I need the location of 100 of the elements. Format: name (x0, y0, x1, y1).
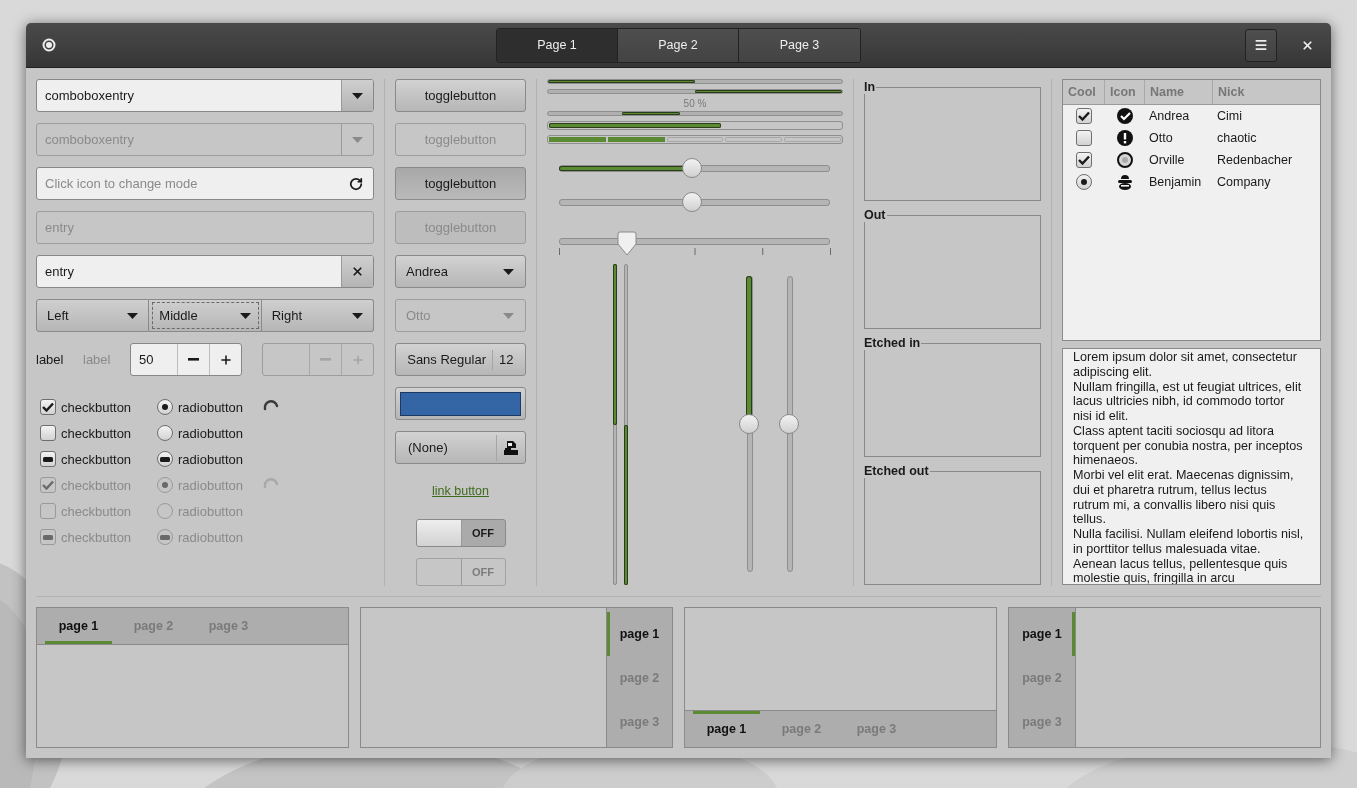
paragraph: Morbi vel elit erat. Maecenas dignissim, dui et pharetra rutrum, tellus lectus rutrum mi, a convallis libero nisi quis tellus. (1073, 468, 1295, 527)
checkbox-label: checkbutton (61, 477, 132, 493)
link[interactable]: link button (432, 484, 489, 500)
caret-icon (503, 268, 514, 275)
header-tab[interactable]: Page 2 (618, 28, 739, 62)
plus-icon (350, 352, 365, 367)
check-icon (42, 480, 54, 490)
checkbox-label: checkbutton (61, 503, 132, 519)
table-cell-text: Redenbacher (1216, 153, 1294, 167)
checkbox[interactable] (40, 399, 56, 415)
check-icon (1078, 155, 1090, 165)
header-tab[interactable]: Page 3 (739, 28, 860, 62)
dot-icon (1081, 179, 1087, 185)
tab[interactable]: page 1 (45, 608, 112, 644)
caret-icon (352, 312, 363, 319)
combo-box-entry[interactable]: comboboxentry (36, 79, 374, 112)
text-field[interactable]: entry (36, 255, 374, 288)
radio-button[interactable] (157, 451, 173, 467)
slider-thumb[interactable] (739, 414, 759, 434)
number-input[interactable]: 50 (131, 344, 177, 375)
label: label (36, 352, 65, 367)
paragraph: Nullam fringilla, est ut feugiat ultrices, elit lacus ultricies nibh, id commodo tortor nisi id elit. (1073, 379, 1303, 424)
caret-icon (503, 312, 514, 319)
table-cell-text: chaotic (1216, 131, 1258, 145)
text-input[interactable]: comboboxentry (37, 80, 341, 111)
radio-button[interactable] (157, 425, 173, 441)
combo-box[interactable]: Andrea (395, 255, 526, 288)
dash-icon (43, 534, 53, 540)
dash-icon (160, 534, 170, 540)
tab[interactable]: page 1 (607, 612, 672, 656)
toggle-button[interactable]: togglebutton (395, 167, 526, 200)
table-cell-text: Andrea (1148, 109, 1191, 123)
frame-label: Etched out (864, 465, 930, 478)
caret-icon (127, 312, 139, 319)
dash-icon (43, 456, 53, 462)
checkbox[interactable] (1076, 130, 1092, 146)
checkbox[interactable] (40, 451, 56, 467)
figure-icon (1116, 174, 1134, 190)
dropdown-button[interactable] (341, 80, 373, 111)
tab[interactable]: page 1 (693, 711, 760, 747)
slider-thumb[interactable] (681, 158, 702, 178)
combo-button[interactable]: Right (261, 299, 374, 332)
spin-button[interactable]: 50 (130, 343, 242, 376)
clear-button[interactable] (341, 256, 373, 287)
text-input[interactable]: entry (37, 256, 341, 287)
combo-button[interactable]: Left (36, 299, 150, 332)
table-cell-text: Company (1216, 175, 1272, 189)
menu-button[interactable] (1245, 28, 1277, 62)
menu-icon (1254, 38, 1268, 52)
checkbox[interactable] (1076, 108, 1092, 124)
caret-icon (352, 136, 363, 143)
checkbox-label: checkbutton (61, 529, 132, 545)
frame-label: Out (864, 209, 887, 222)
minus-icon (320, 358, 331, 361)
circle-icon[interactable] (42, 38, 56, 52)
checkbox[interactable] (40, 425, 56, 441)
toggle-button[interactable]: togglebutton (395, 79, 526, 112)
text-input[interactable]: Click icon to change mode (37, 168, 339, 199)
caret-icon (239, 312, 251, 319)
paragraph: Class aptent taciti sociosqu ad litora torquent per conubia nostra, per inceptos himenaeos. (1073, 423, 1304, 468)
close-icon (351, 265, 364, 278)
paragraph: Lorem ipsum dolor sit amet, consectetur adipiscing elit. (1073, 350, 1298, 380)
radio-button[interactable] (1076, 174, 1092, 190)
paragraph: Nulla facilisi. Nullam eleifend lobortis nisl, in porttitor tellus malesuada vitae. Aenean lacus tellus, pellentesque quis molestie quis, fringilla in arcu (1073, 527, 1305, 584)
caret-icon (352, 92, 363, 99)
slider-thumb[interactable] (615, 231, 638, 257)
table-cell-text: Cimi (1216, 109, 1243, 123)
radio-button[interactable] (157, 399, 173, 415)
radio-label: radiobutton (178, 451, 244, 467)
file-button[interactable]: (None) (395, 431, 526, 464)
radio-label: radiobutton (178, 529, 244, 545)
checkbox[interactable] (1076, 152, 1092, 168)
radio-label: radiobutton (178, 399, 244, 415)
tab[interactable]: page 1 (1009, 612, 1075, 656)
frame-label: Etched in (864, 337, 922, 350)
alert-icon (1117, 130, 1133, 146)
refresh-icon[interactable] (349, 176, 363, 191)
frame-label: In (864, 81, 877, 94)
table-cell-text: Otto (1148, 131, 1174, 145)
plus-icon (218, 352, 233, 367)
combo-button[interactable]: Middle (149, 299, 262, 332)
minus-icon (188, 358, 199, 361)
toggle-switch[interactable]: OFF (415, 519, 506, 547)
text-field[interactable]: Click icon to change mode (36, 167, 374, 200)
table-cell-text: Orville (1148, 153, 1186, 167)
dot-icon (162, 404, 168, 410)
radio-label: radiobutton (178, 425, 244, 441)
slider-thumb[interactable] (681, 192, 702, 212)
slider-thumb[interactable] (779, 414, 799, 434)
document-icon (503, 439, 519, 456)
close-icon (1300, 38, 1314, 52)
text-view[interactable] (1062, 348, 1321, 585)
header-tab[interactable]: Page 1 (497, 28, 618, 62)
dot-icon (162, 482, 168, 488)
check-icon (1078, 111, 1090, 121)
label: label (83, 352, 112, 367)
dash-icon (160, 456, 170, 462)
progress-caption: 50 % (683, 97, 707, 110)
checkbox-label: checkbutton (61, 399, 132, 415)
font-button[interactable]: Sans Regular 12 (395, 343, 526, 376)
